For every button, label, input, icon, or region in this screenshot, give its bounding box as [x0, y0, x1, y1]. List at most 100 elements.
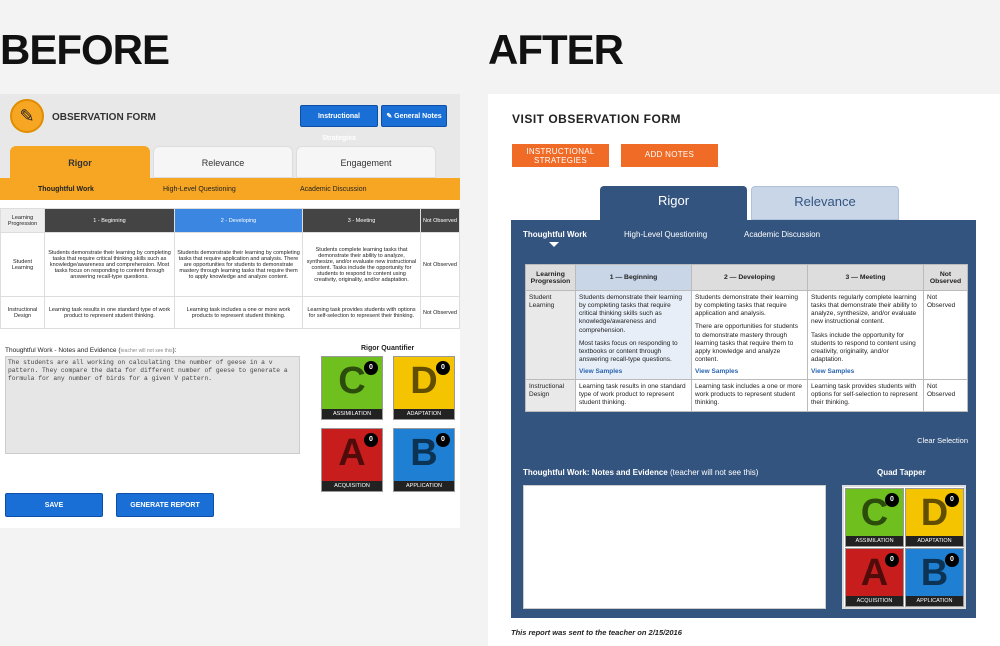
rubric-cell[interactable]: Students demonstrate their learning by c… [575, 289, 692, 381]
tab-rigor[interactable]: Rigor [10, 146, 150, 178]
add-notes-button[interactable]: ADD NOTES [621, 144, 718, 167]
rubric-cell[interactable]: Learning task results in one standard ty… [575, 379, 692, 412]
row-label: Student Learning [0, 232, 45, 297]
rubric-cell[interactable]: Learning task includes a one or more wor… [691, 379, 808, 412]
count-badge: 0 [885, 493, 899, 507]
subtab-thoughtful-work[interactable]: Thoughtful Work [523, 230, 587, 239]
instructional-strategies-button[interactable]: Instructional Strategies [300, 105, 378, 142]
quadrant-d[interactable]: D 0 ADAPTATION [393, 356, 455, 420]
table-header: Learning Progression [525, 264, 576, 291]
cell-text: Students demonstrate their learning by c… [579, 294, 682, 334]
report-sent-footer: This report was sent to the teacher on 2… [511, 628, 682, 637]
quad-tapper-label: Quad Tapper [877, 468, 926, 477]
notes-hint: (teacher will not see this) [669, 468, 759, 477]
rubric-cell[interactable]: Learning task includes a one or more wor… [174, 296, 303, 329]
count-badge: 0 [436, 361, 450, 375]
not-observed-cell[interactable]: Not Observed [923, 379, 968, 412]
quadrant-caption: APPLICATION [394, 481, 454, 491]
subtab-academic-discussion[interactable]: Academic Discussion [744, 230, 820, 239]
count-badge: 0 [885, 553, 899, 567]
table-row: Student Learning Students demonstrate th… [0, 232, 460, 297]
not-observed-cell[interactable]: Not Observed [420, 296, 460, 329]
subtab-high-level-questioning[interactable]: High-Level Questioning [163, 186, 236, 193]
rubric-table: Learning Progression 1 — Beginning 2 — D… [525, 264, 968, 412]
tab-engagement[interactable]: Engagement [296, 146, 436, 178]
table-header: 1 — Beginning [575, 264, 692, 291]
quadrant-caption: APPLICATION [906, 596, 963, 606]
pencil-icon: ✎ [386, 113, 395, 120]
count-badge: 0 [364, 361, 378, 375]
quadrant-d[interactable]: D 0 ADAPTATION [905, 488, 964, 547]
table-row: Instructional Design Learning task resul… [0, 296, 460, 329]
table-header: 3 — Meeting [807, 264, 924, 291]
quadrant-caption: ACQUISITION [846, 596, 903, 606]
subtab-thoughtful-work[interactable]: Thoughtful Work [38, 186, 94, 193]
table-header: 1 - Beginning [44, 208, 175, 233]
count-badge: 0 [436, 433, 450, 447]
instructional-strategies-button[interactable]: INSTRUCTIONAL STRATEGIES [512, 144, 609, 167]
row-label: Instructional Design [525, 379, 576, 412]
rubric-panel: Thoughtful Work High-Level Questioning A… [511, 220, 976, 618]
save-button[interactable]: SAVE [5, 493, 103, 517]
page-title: VISIT OBSERVATION FORM [512, 112, 682, 126]
view-samples-link[interactable]: View Samples [811, 368, 920, 376]
count-badge: 0 [945, 553, 959, 567]
quadrant-caption: ADAPTATION [394, 409, 454, 419]
before-label: BEFORE [0, 26, 170, 73]
clipboard-icon: ✎ [10, 99, 44, 133]
rubric-cell[interactable]: Students demonstrate their learning by c… [174, 232, 303, 297]
tab-rigor[interactable]: Rigor [600, 186, 747, 220]
cell-text: Students regularly complete learning tas… [811, 294, 917, 326]
notes-label: Thoughtful Work: Notes and Evidence (tea… [523, 468, 758, 477]
general-notes-label: General Notes [394, 113, 442, 120]
tab-relevance[interactable]: Relevance [153, 146, 293, 178]
notes-hint: teacher will not see this [120, 348, 173, 354]
subtab-bar: Thoughtful Work High-Level Questioning A… [0, 178, 460, 200]
notes-textarea[interactable]: The students are all working on calculat… [5, 356, 300, 454]
cell-text: There are opportunities for students to … [695, 323, 798, 363]
rubric-cell[interactable]: Students demonstrate their learning by c… [691, 289, 808, 381]
quadrant-a[interactable]: A 0 ACQUISITION [845, 548, 904, 607]
notes-textarea[interactable] [523, 485, 826, 609]
count-badge: 0 [364, 433, 378, 447]
generate-report-button[interactable]: GENERATE REPORT [116, 493, 214, 517]
subtab-academic-discussion[interactable]: Academic Discussion [300, 186, 367, 193]
rubric-cell[interactable]: Learning task provides students with opt… [807, 379, 924, 412]
view-samples-link[interactable]: View Samples [579, 368, 688, 376]
quadrant-caption: ASSIMILATION [846, 536, 903, 546]
rubric-cell[interactable]: Students demonstrate their learning by c… [44, 232, 175, 297]
quadrant-a[interactable]: A 0 ACQUISITION [321, 428, 383, 492]
tab-relevance[interactable]: Relevance [751, 186, 899, 220]
quadrant-c[interactable]: C 0 ASSIMILATION [321, 356, 383, 420]
page-title: OBSERVATION FORM [52, 112, 156, 123]
quadrant-b[interactable]: B 0 APPLICATION [905, 548, 964, 607]
cell-text: Students demonstrate their learning by c… [695, 294, 798, 318]
table-row: Instructional Design Learning task resul… [525, 379, 968, 412]
view-samples-link[interactable]: View Samples [695, 368, 804, 376]
not-observed-cell[interactable]: Not Observed [420, 232, 460, 297]
quadrant-caption: ASSIMILATION [322, 409, 382, 419]
after-label: AFTER [488, 26, 624, 73]
before-header: ✎ OBSERVATION FORM Instructional Strateg… [0, 94, 460, 200]
table-header: Not Observed [420, 208, 460, 233]
clear-selection-link[interactable]: Clear Selection [917, 436, 968, 445]
not-observed-cell[interactable]: Not Observed [923, 289, 968, 381]
quadrant-b[interactable]: B 0 APPLICATION [393, 428, 455, 492]
quadrant-c[interactable]: C 0 ASSIMILATION [845, 488, 904, 547]
table-header: 2 — Developing [691, 264, 808, 291]
quantifier-label: Rigor Quantifier [361, 345, 415, 352]
rubric-cell[interactable]: Students complete learning tasks that de… [302, 232, 421, 297]
before-screen: ✎ OBSERVATION FORM Instructional Strateg… [0, 94, 460, 528]
subtab-high-level-questioning[interactable]: High-Level Questioning [624, 230, 707, 239]
rubric-table: Learning Progression 1 - Beginning 2 - D… [0, 208, 460, 329]
general-notes-button[interactable]: ✎ General Notes [381, 105, 447, 127]
table-header: Learning Progression [0, 208, 45, 233]
rubric-cell[interactable]: Learning task provides students with opt… [302, 296, 421, 329]
table-header: Not Observed [923, 264, 968, 291]
row-label: Instructional Design [0, 296, 45, 329]
rubric-cell[interactable]: Students regularly complete learning tas… [807, 289, 924, 381]
notes-label: Thoughtful Work - Notes and Evidence (te… [5, 347, 176, 354]
rubric-cell[interactable]: Learning task results in one standard ty… [44, 296, 175, 329]
table-header: 3 - Meeting [302, 208, 421, 233]
quadrant-caption: ACQUISITION [322, 481, 382, 491]
